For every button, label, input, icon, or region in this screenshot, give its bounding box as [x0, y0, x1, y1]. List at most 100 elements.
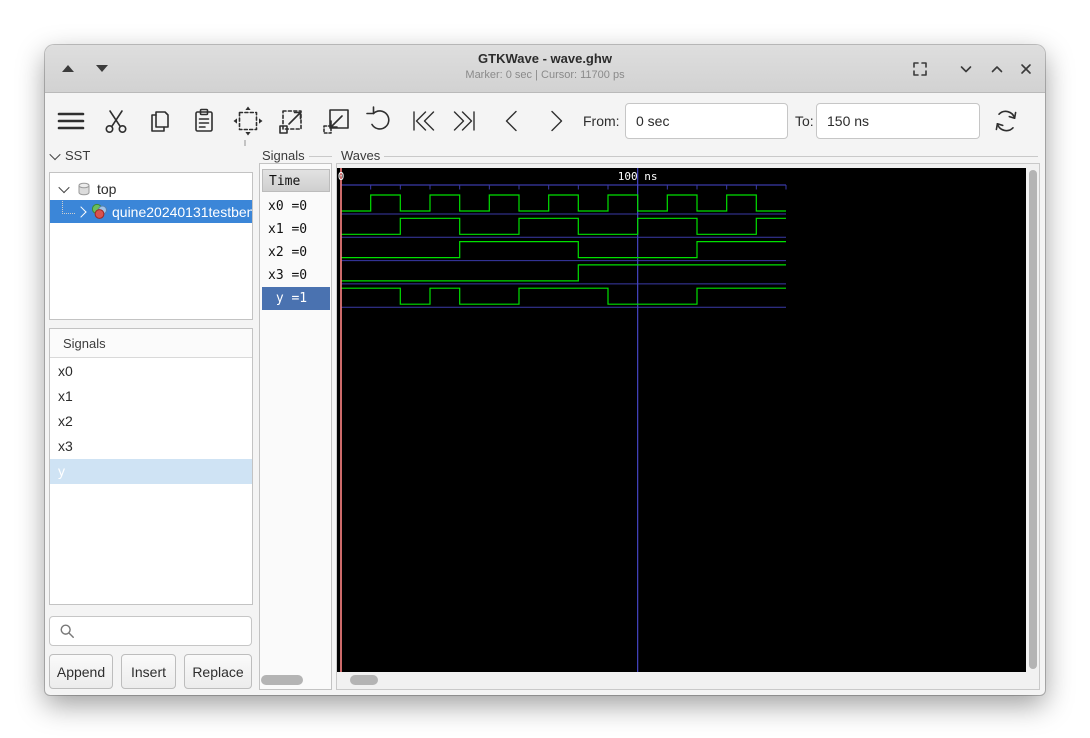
skip-to-end-button[interactable]	[447, 102, 485, 140]
undo-icon	[366, 106, 390, 130]
tree-branch-lines	[62, 201, 75, 214]
waves-vscrollbar-thumb[interactable]	[1029, 170, 1037, 669]
sst-tree: top quine20240131testbench	[49, 172, 253, 320]
cylinder-icon	[78, 182, 90, 195]
signal-row-x0[interactable]: x0 =0	[262, 195, 330, 218]
svg-text:0: 0	[338, 170, 345, 183]
list-item-y[interactable]: y	[50, 459, 252, 484]
previous-edge-button[interactable]	[493, 102, 531, 140]
append-button[interactable]: Append	[49, 654, 113, 689]
pane-shift-down-button[interactable]	[90, 57, 114, 79]
waves-vscrollbar[interactable]	[1028, 168, 1038, 672]
search-icon	[60, 624, 74, 638]
signals-hscrollbar[interactable]	[260, 674, 332, 687]
cut-button[interactable]	[97, 102, 135, 140]
waves-panel-legend: Waves	[341, 148, 1038, 163]
pane-shift-up-button[interactable]	[56, 57, 80, 79]
waves-legend-label: Waves	[341, 148, 381, 163]
to-input[interactable]	[816, 103, 980, 139]
menu-icon	[57, 112, 85, 130]
expander-chevron-icon[interactable]	[58, 181, 70, 193]
module-icon	[91, 203, 107, 219]
zoom-fit-button[interactable]	[229, 102, 267, 140]
titlebar[interactable]: GTKWave - wave.ghw Marker: 0 sec | Curso…	[45, 45, 1045, 93]
waveform-x1	[341, 217, 786, 235]
paste-button[interactable]	[185, 102, 223, 140]
legend-divider	[308, 155, 332, 157]
expander-chevron-icon[interactable]	[75, 205, 87, 218]
tree-item-top[interactable]: top	[50, 177, 252, 200]
gtkwave-window: GTKWave - wave.ghw Marker: 0 sec | Curso…	[45, 45, 1045, 695]
wave-canvas[interactable]: 0 100 ns	[337, 168, 1026, 672]
copy-button[interactable]	[141, 102, 179, 140]
zoom-out-icon	[323, 109, 349, 134]
chevron-down-icon	[960, 66, 972, 73]
signals-name-column: Time x0 =0 x1 =0 x2 =0 x3 =0 y =1	[259, 163, 332, 690]
sst-label: SST	[65, 148, 91, 163]
grow-window-button[interactable]	[983, 55, 1011, 83]
zoom-out-button[interactable]	[317, 102, 355, 140]
wave-canvas-svg: 0 100 ns	[338, 168, 787, 672]
zoom-fit-icon	[233, 106, 263, 136]
waves-hscrollbar[interactable]	[341, 674, 1026, 687]
sst-section-header[interactable]: SST	[49, 148, 111, 163]
menu-button[interactable]	[52, 102, 90, 140]
toolbar-separator	[244, 140, 246, 146]
close-button[interactable]	[1012, 55, 1040, 83]
from-input[interactable]	[625, 103, 788, 139]
signals-hscrollbar-thumb[interactable]	[261, 675, 303, 685]
tree-item-label: quine20240131testbench	[112, 203, 252, 220]
waveform-x3	[341, 264, 786, 282]
tree-item-label: top	[97, 180, 117, 197]
time-column-header[interactable]: Time	[262, 169, 330, 192]
waveform-x0	[341, 194, 786, 212]
reload-icon	[995, 110, 1017, 132]
triangle-down-icon	[96, 64, 108, 72]
list-item-x0[interactable]: x0	[50, 359, 252, 384]
copy-icon	[151, 111, 169, 132]
list-item-x1[interactable]: x1	[50, 384, 252, 409]
triangle-up-icon	[62, 64, 74, 72]
reload-button[interactable]	[987, 102, 1025, 140]
signal-search-list: Signals x0 x1 x2 x3 y	[49, 328, 253, 605]
signal-row-x1[interactable]: x1 =0	[262, 218, 330, 241]
waveform-y	[341, 287, 786, 305]
to-label: To:	[795, 113, 814, 129]
chevron-right-icon	[551, 110, 563, 132]
skip-to-start-icon	[413, 111, 435, 131]
skip-to-end-icon	[453, 111, 475, 131]
zoom-in-icon	[279, 110, 302, 134]
list-item-x3[interactable]: x3	[50, 434, 252, 459]
signals-panel-legend: Signals	[262, 148, 332, 163]
undo-button[interactable]	[360, 102, 398, 140]
expander-chevron-icon	[49, 148, 61, 160]
zoom-in-button[interactable]	[273, 102, 311, 140]
chevron-up-icon	[991, 66, 1003, 73]
signal-row-x2[interactable]: x2 =0	[262, 241, 330, 264]
insert-button[interactable]: Insert	[121, 654, 176, 689]
shrink-window-button[interactable]	[952, 55, 980, 83]
waves-hscrollbar-thumb[interactable]	[350, 675, 378, 685]
cut-icon	[105, 110, 127, 133]
replace-button[interactable]: Replace	[184, 654, 252, 689]
window-title: GTKWave - wave.ghw	[478, 51, 612, 66]
signal-search-input[interactable]	[49, 616, 252, 646]
next-edge-button[interactable]	[537, 102, 575, 140]
chevron-left-icon	[505, 110, 517, 132]
waveform-x2	[341, 241, 786, 259]
tree-item-testbench[interactable]: quine20240131testbench	[50, 200, 252, 223]
marker-cursor-status: Marker: 0 sec | Cursor: 11700 ps	[465, 69, 625, 81]
paste-icon	[195, 108, 213, 132]
title-block: GTKWave - wave.ghw Marker: 0 sec | Curso…	[45, 50, 1045, 82]
fullscreen-button[interactable]	[906, 55, 934, 83]
signal-row-y[interactable]: y =1	[262, 287, 330, 310]
list-item-x2[interactable]: x2	[50, 409, 252, 434]
legend-divider	[384, 155, 1038, 157]
screen: { "titlebar": { "title": "GTKWave - wave…	[0, 0, 1090, 738]
fullscreen-icon	[913, 62, 927, 76]
signal-row-x3[interactable]: x3 =0	[262, 264, 330, 287]
signal-list-header[interactable]: Signals	[50, 329, 252, 358]
signals-legend-label: Signals	[262, 148, 305, 163]
skip-to-start-button[interactable]	[403, 102, 441, 140]
svg-text:100 ns: 100 ns	[618, 170, 658, 183]
